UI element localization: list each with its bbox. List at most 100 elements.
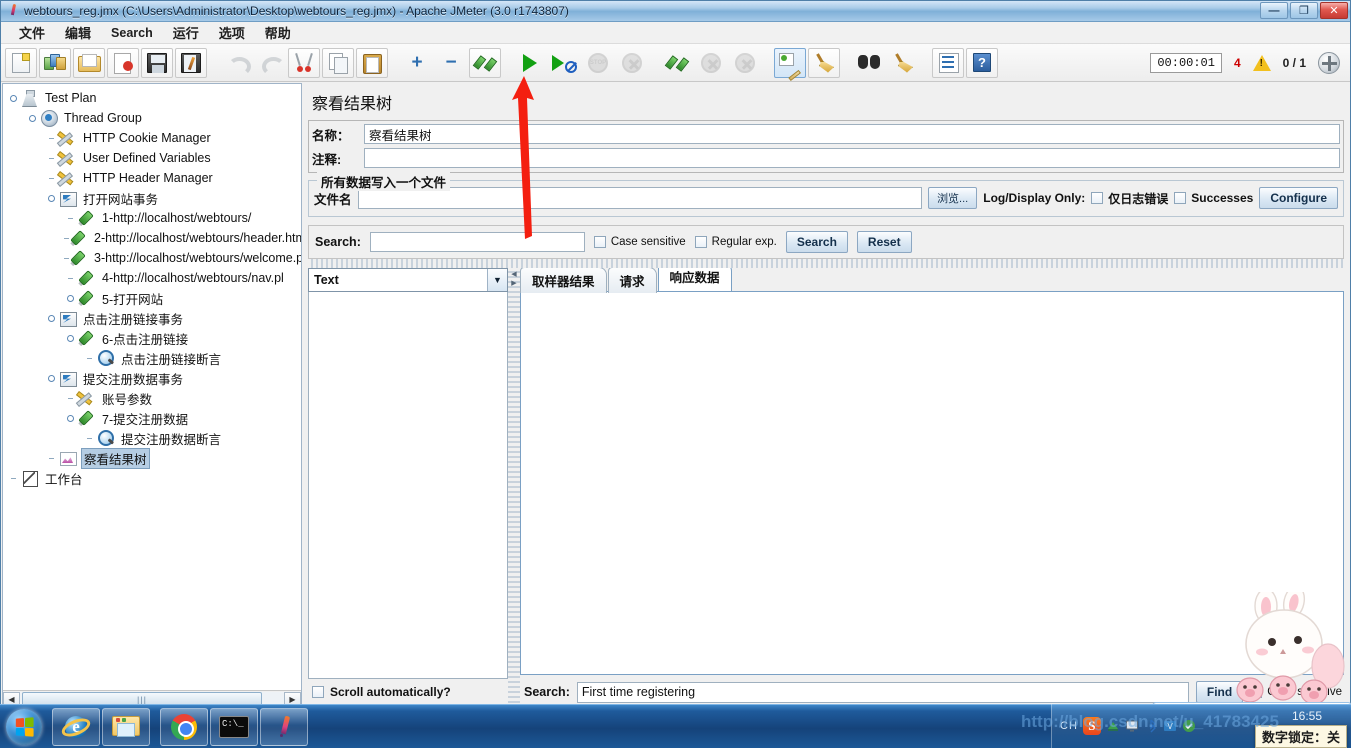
tree-node[interactable]: 1-http://localhost/webtours/: [7, 208, 301, 228]
horizontal-splitter[interactable]: [308, 259, 1344, 268]
tree-node[interactable]: 工作台: [7, 468, 301, 488]
tree-expand-handle[interactable]: [45, 368, 58, 388]
tree-node[interactable]: 4-http://localhost/webtours/nav.pl: [7, 268, 301, 288]
chevron-down-icon[interactable]: ▼: [487, 269, 507, 291]
remote-shutdown-all-button[interactable]: [729, 48, 761, 78]
reset-search-button[interactable]: [887, 48, 919, 78]
search-input[interactable]: [369, 232, 585, 252]
browse-button[interactable]: 浏览...: [928, 187, 978, 209]
tray-sogou-icon[interactable]: S: [1082, 717, 1101, 735]
menu-search[interactable]: Search: [101, 24, 163, 42]
start-button[interactable]: [514, 48, 546, 78]
save-button[interactable]: [141, 47, 173, 78]
successes-checkbox-group[interactable]: Successes: [1174, 191, 1253, 205]
tab-sampler-result[interactable]: 取样器结果: [520, 268, 607, 293]
help-button[interactable]: ?: [966, 47, 998, 78]
maximize-button[interactable]: ❐: [1290, 2, 1318, 19]
taskbar-internet-explorer[interactable]: e: [52, 707, 100, 746]
scroll-automatically-checkbox[interactable]: [312, 686, 324, 698]
stop-button[interactable]: STOP: [582, 48, 614, 78]
case-sensitive-group[interactable]: Case sensitive: [593, 236, 686, 248]
regular-exp-checkbox[interactable]: [694, 236, 707, 248]
collapse-all-button[interactable]: −: [435, 48, 467, 78]
errors-only-checkbox[interactable]: [1091, 192, 1104, 204]
remote-start-all-button[interactable]: [661, 48, 693, 78]
tree-node[interactable]: HTTP Header Manager: [7, 168, 301, 188]
shutdown-button[interactable]: [616, 48, 648, 78]
render-format-combo[interactable]: Text ▼: [308, 268, 508, 292]
expand-knob-icon[interactable]: [29, 114, 36, 122]
new-test-plan-button[interactable]: [5, 47, 37, 78]
tree-node[interactable]: 3-http://localhost/webtours/welcome.pl: [7, 248, 301, 268]
taskbar-jmeter[interactable]: [260, 707, 308, 746]
taskbar-command-prompt[interactable]: C:\_: [210, 707, 258, 746]
tray-bluetooth-icon[interactable]: [1144, 719, 1158, 733]
cut-button[interactable]: [288, 47, 320, 78]
tree-scroll-area[interactable]: Test Plan Thread Group HTTP Cookie Manager…: [3, 84, 301, 690]
menu-help[interactable]: 帮助: [255, 21, 301, 44]
tree-node[interactable]: 点击注册链接事务: [7, 308, 301, 328]
tree-expand-handle[interactable]: [45, 188, 58, 208]
splitter-right-arrow[interactable]: ▶: [511, 279, 516, 287]
save-as-button[interactable]: [175, 47, 207, 78]
regular-exp-group[interactable]: Regular exp.: [694, 236, 777, 248]
successes-checkbox[interactable]: [1174, 192, 1187, 204]
tree-expand-handle[interactable]: [64, 328, 77, 348]
tree-expand-handle[interactable]: [45, 308, 58, 328]
templates-button[interactable]: [39, 47, 71, 78]
tree-expand-handle[interactable]: [64, 288, 77, 308]
clear-all-button[interactable]: [808, 47, 840, 78]
tree-node[interactable]: 点击注册链接断言: [7, 348, 301, 368]
search-tree-button[interactable]: [853, 48, 885, 78]
tree-node[interactable]: 2-http://localhost/webtours/header.html: [7, 228, 301, 248]
tree-node[interactable]: 5-打开网站: [7, 288, 301, 308]
warning-triangle-icon[interactable]: [1252, 54, 1271, 71]
tab-request[interactable]: 请求: [607, 268, 657, 293]
tree-expand-handle[interactable]: [64, 408, 77, 428]
undo-button[interactable]: [220, 48, 252, 78]
errors-only-checkbox-group[interactable]: 仅日志错误: [1091, 190, 1168, 207]
menu-options[interactable]: 选项: [209, 21, 255, 44]
tree-node[interactable]: 打开网站事务: [7, 188, 301, 208]
tree-node[interactable]: 察看结果树: [7, 447, 301, 469]
sample-result-list[interactable]: [308, 292, 508, 679]
expand-collapse-icon[interactable]: [1318, 51, 1340, 74]
response-case-sensitive-group[interactable]: Case sensitive: [1250, 686, 1342, 698]
copy-button[interactable]: [322, 47, 354, 78]
taskbar-clock[interactable]: 16:55: [1277, 709, 1337, 723]
tray-display-icon[interactable]: [1125, 719, 1139, 733]
tree-node[interactable]: User Defined Variables: [7, 148, 301, 168]
name-input[interactable]: 察看结果树: [364, 124, 1340, 144]
expand-knob-icon[interactable]: [67, 294, 74, 302]
tray-network-icon[interactable]: [1106, 719, 1120, 733]
expand-knob-icon[interactable]: [67, 414, 74, 422]
expand-knob-icon[interactable]: [10, 94, 17, 102]
response-case-sensitive-checkbox[interactable]: [1250, 686, 1263, 698]
start-button[interactable]: [2, 707, 46, 747]
response-search-input[interactable]: First time registering: [576, 681, 1189, 703]
tree-node[interactable]: HTTP Cookie Manager: [7, 128, 301, 148]
remote-stop-all-button[interactable]: [695, 48, 727, 78]
tab-response-data[interactable]: 响应数据: [657, 268, 732, 291]
configure-button[interactable]: Configure: [1259, 187, 1338, 209]
tree-node[interactable]: 7-提交注册数据: [7, 408, 301, 428]
taskbar-file-explorer[interactable]: [102, 707, 150, 746]
tray-antivirus-icon[interactable]: V: [1163, 719, 1177, 733]
expand-knob-icon[interactable]: [48, 374, 55, 382]
test-plan-tree[interactable]: Test Plan Thread Group HTTP Cookie Manager…: [3, 84, 301, 488]
reset-button[interactable]: Reset: [856, 231, 912, 253]
tree-expand-handle[interactable]: [7, 88, 20, 108]
close-plan-button[interactable]: [107, 47, 139, 78]
vertical-splitter[interactable]: ◀ ▶: [508, 268, 520, 705]
function-helper-button[interactable]: [932, 47, 964, 78]
tree-node[interactable]: Test Plan: [7, 88, 301, 108]
clear-button[interactable]: [774, 47, 806, 82]
expand-knob-icon[interactable]: [48, 314, 55, 322]
menu-edit[interactable]: 编辑: [55, 21, 101, 44]
expand-all-button[interactable]: +: [401, 48, 433, 78]
paste-button[interactable]: [356, 47, 388, 78]
comment-input[interactable]: [364, 148, 1340, 168]
tree-node[interactable]: Thread Group: [7, 108, 301, 128]
start-no-pauses-button[interactable]: [548, 48, 580, 78]
response-data-body[interactable]: [520, 291, 1344, 675]
